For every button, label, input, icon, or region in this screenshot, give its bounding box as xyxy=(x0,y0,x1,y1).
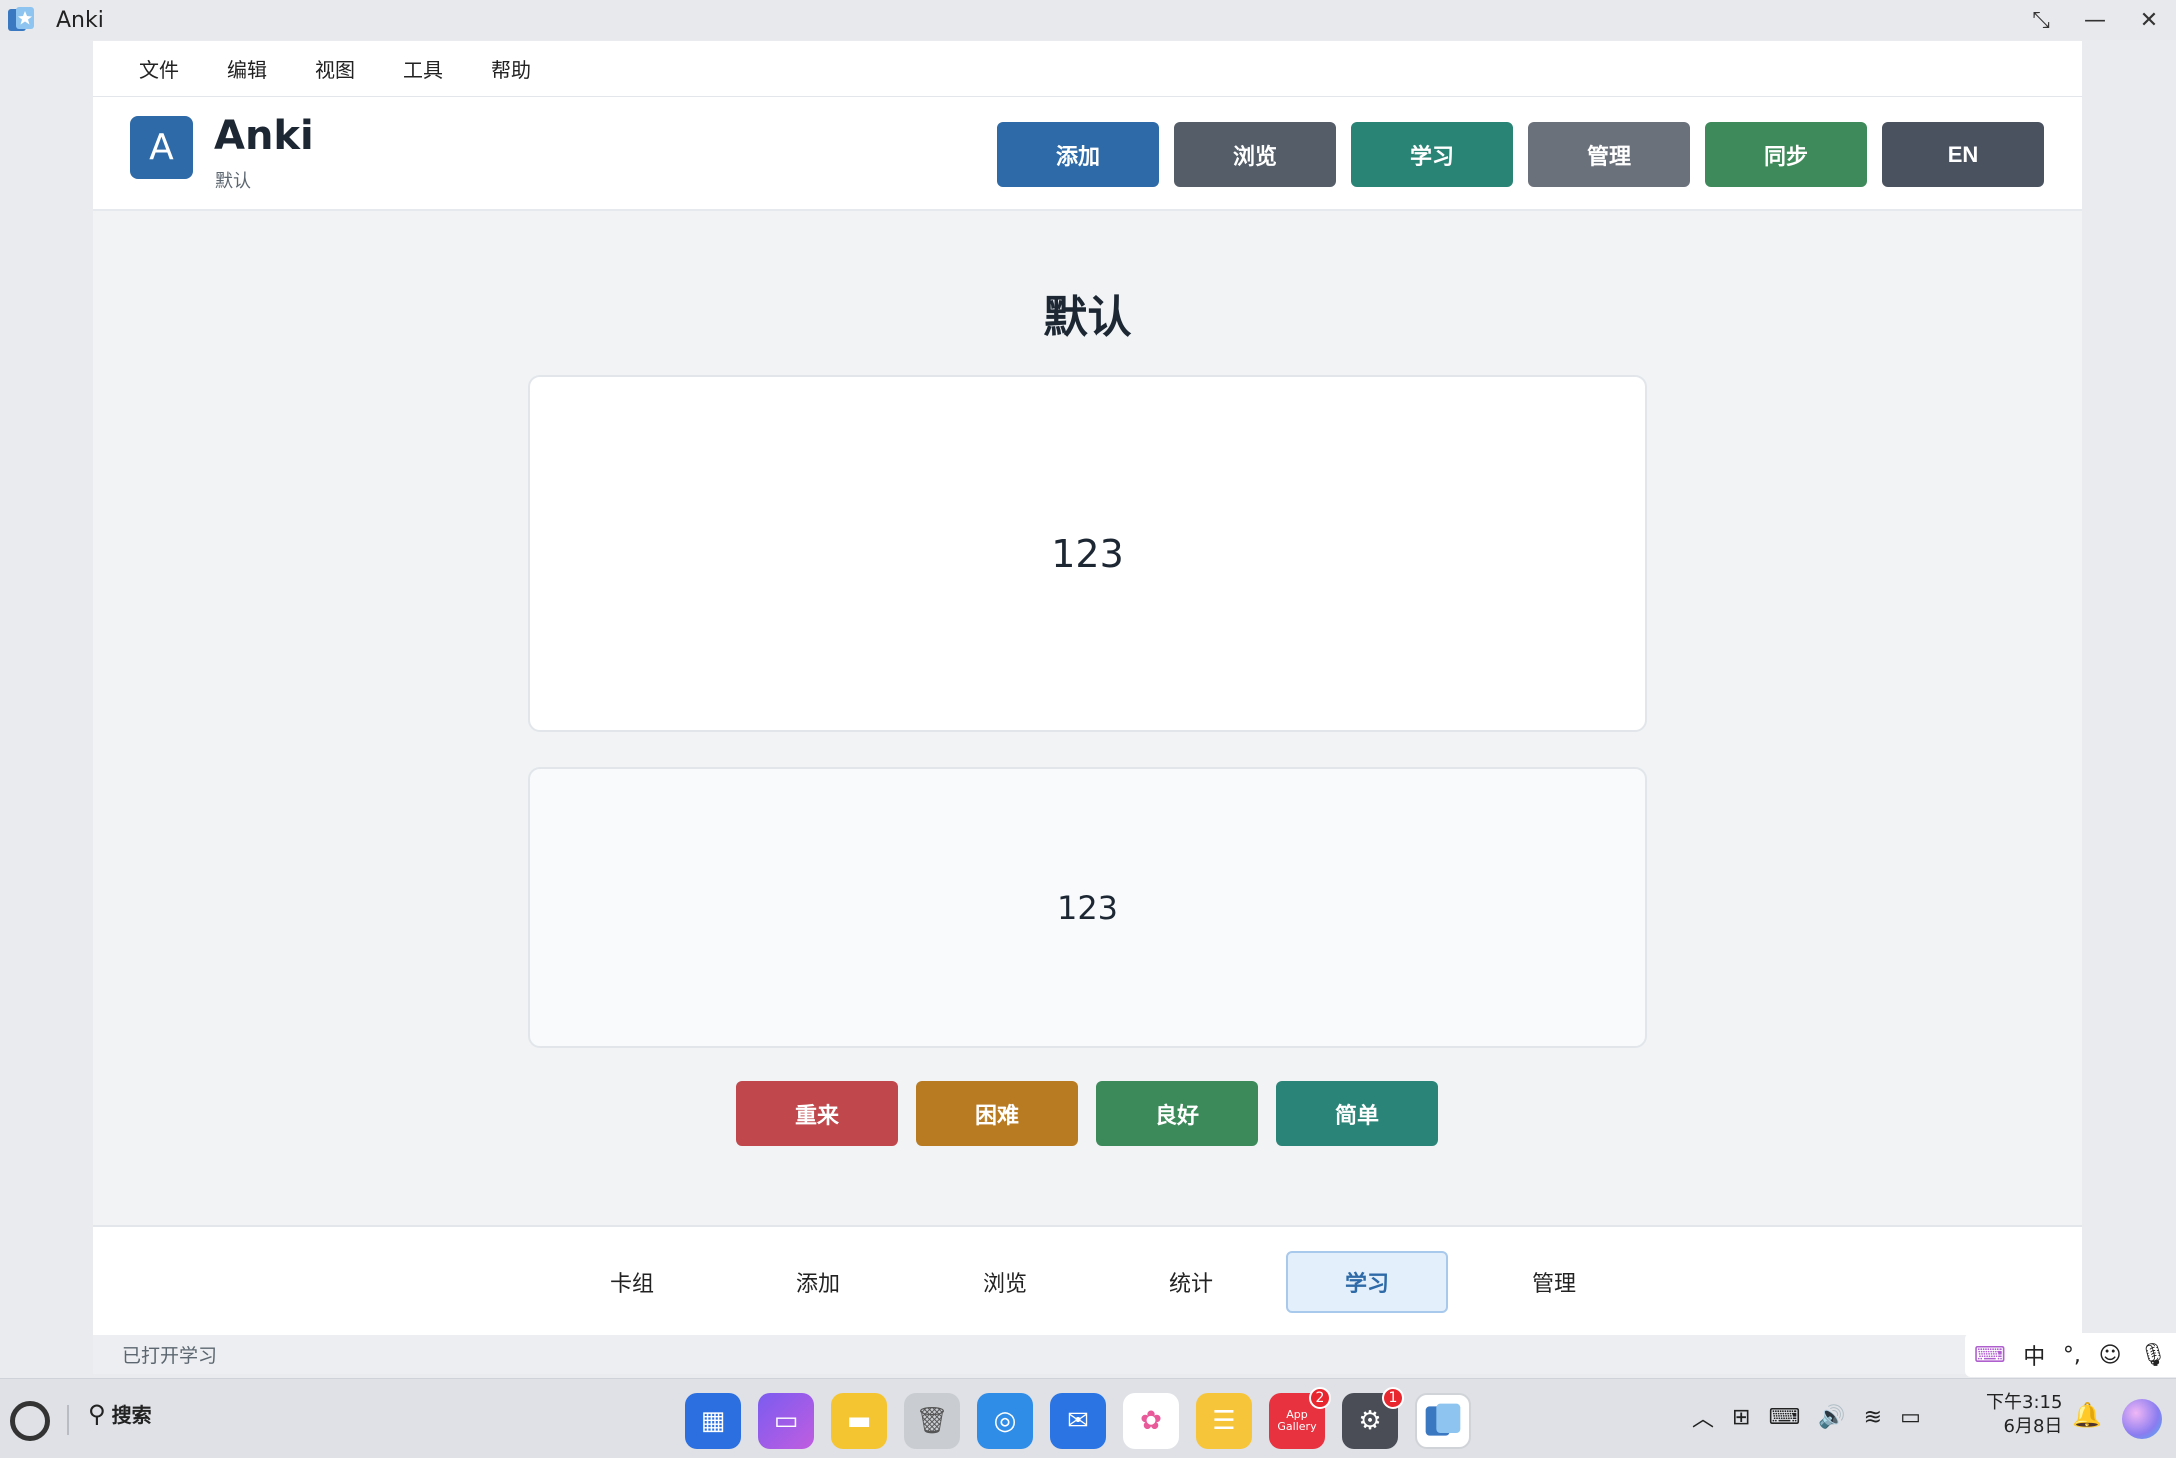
assistant-icon[interactable] xyxy=(2122,1399,2162,1439)
menu-bar: 文件 编辑 视图 工具 帮助 xyxy=(93,41,2082,97)
clock-date: 6月8日 xyxy=(2003,1416,2063,1437)
hard-button[interactable]: 困难 xyxy=(916,1081,1078,1146)
restore-icon[interactable]: ⤡ xyxy=(2014,0,2068,40)
battery-icon[interactable]: ▭ xyxy=(1900,1405,1921,1430)
notification-bell-icon[interactable]: 🔔 xyxy=(2072,1401,2102,1429)
settings-badge: 1 xyxy=(1382,1387,1404,1409)
tab-stats[interactable]: 统计 xyxy=(1110,1251,1272,1313)
microphone-icon[interactable]: 🎙 xyxy=(2139,1343,2167,1368)
anki-logo-icon xyxy=(1425,1403,1461,1436)
mail-icon[interactable]: ✉ xyxy=(1050,1393,1106,1449)
launcher-icon[interactable]: ▦ xyxy=(685,1393,741,1449)
status-bar: 已打开学习 xyxy=(93,1335,2082,1374)
ime-settings-icon[interactable]: ⌨ xyxy=(1974,1343,2006,1368)
card-front: 123 xyxy=(528,375,1647,732)
menu-edit[interactable]: 编辑 xyxy=(227,54,267,83)
header-nav: 添加 浏览 学习 管理 同步 EN xyxy=(982,122,2044,187)
wifi-icon[interactable]: ≋ xyxy=(1864,1405,1882,1430)
tab-study[interactable]: 学习 xyxy=(1286,1251,1448,1313)
taskbar-search[interactable]: ⚲ 搜索 xyxy=(88,1399,152,1428)
minimize-icon[interactable]: — xyxy=(2068,0,2122,40)
search-label: 搜索 xyxy=(111,1403,152,1427)
close-icon[interactable]: ✕ xyxy=(2122,0,2176,40)
app-header: A Anki 默认 添加 浏览 学习 管理 同步 EN xyxy=(93,97,2082,211)
sync-button[interactable]: 同步 xyxy=(1705,122,1867,187)
answer-buttons: 重来 困难 良好 简单 xyxy=(736,1081,1456,1146)
deck-title: 默认 xyxy=(1043,292,1132,343)
window-title: Anki xyxy=(56,7,104,33)
taskbar-divider xyxy=(67,1405,69,1435)
trash-icon[interactable]: 🗑 xyxy=(904,1393,960,1449)
bottom-tab-bar: 卡组 添加 浏览 统计 学习 管理 xyxy=(93,1225,2082,1335)
manage-button[interactable]: 管理 xyxy=(1528,122,1690,187)
chevron-up-icon[interactable]: ︿ xyxy=(1692,1401,1714,1433)
menu-view[interactable]: 视图 xyxy=(315,54,355,83)
ime-punctuation-toggle[interactable]: °, xyxy=(2063,1343,2081,1368)
language-button[interactable]: EN xyxy=(1882,122,2044,187)
input-method-icon[interactable]: ⊞ xyxy=(1732,1405,1750,1430)
status-text: 已打开学习 xyxy=(122,1345,218,1367)
title-bar: Anki ⤡ — ✕ xyxy=(0,0,2176,40)
ime-toolbar: ⌨ 中 °, ☺ 🎙 xyxy=(1965,1333,2176,1377)
app-gallery-icon[interactable]: App Gallery 2 xyxy=(1269,1387,1331,1449)
taskbar: ⚲ 搜索 ▦ ▭ ▬ 🗑 ◎ ✉ ✿ ☰ App Gallery 2 ⚙ 1 ︿… xyxy=(0,1378,2176,1458)
browse-button[interactable]: 浏览 xyxy=(1174,122,1336,187)
tab-decks[interactable]: 卡组 xyxy=(551,1251,713,1313)
photos-icon[interactable]: ✿ xyxy=(1123,1393,1179,1449)
add-button[interactable]: 添加 xyxy=(997,122,1159,187)
notes-icon[interactable]: ☰ xyxy=(1196,1393,1252,1449)
clock[interactable]: 下午3:15 6月8日 xyxy=(1986,1391,2062,1439)
app-dock: ▦ ▭ ▬ 🗑 ◎ ✉ ✿ ☰ App Gallery 2 ⚙ 1 xyxy=(685,1387,1488,1449)
system-tray: ︿ ⊞ ⌨ 🔊 ≋ ▭ xyxy=(1692,1401,1939,1433)
menu-tools[interactable]: 工具 xyxy=(403,54,443,83)
app-name: Anki xyxy=(214,113,314,159)
browser-icon[interactable]: ◎ xyxy=(977,1393,1033,1449)
clock-time: 下午3:15 xyxy=(1986,1392,2063,1413)
emoji-icon[interactable]: ☺ xyxy=(2099,1343,2122,1368)
menu-file[interactable]: 文件 xyxy=(139,54,179,83)
card-back: 123 xyxy=(528,767,1647,1048)
app-window: 文件 编辑 视图 工具 帮助 A Anki 默认 添加 浏览 学习 管理 同步 … xyxy=(93,41,2082,1374)
files-icon[interactable]: ▬ xyxy=(831,1393,887,1449)
again-button[interactable]: 重来 xyxy=(736,1081,898,1146)
tab-browse[interactable]: 浏览 xyxy=(924,1251,1086,1313)
anki-app-icon xyxy=(8,7,34,31)
app-gallery-text: App Gallery xyxy=(1277,1408,1317,1433)
tab-add[interactable]: 添加 xyxy=(737,1251,899,1313)
window-controls: ⤡ — ✕ xyxy=(2014,0,2176,40)
easy-button[interactable]: 简单 xyxy=(1276,1081,1438,1146)
tab-manage[interactable]: 管理 xyxy=(1473,1251,1635,1313)
anki-taskbar-icon[interactable] xyxy=(1415,1393,1471,1449)
ime-chinese-toggle[interactable]: 中 xyxy=(2023,1339,2045,1371)
settings-icon[interactable]: ⚙ 1 xyxy=(1342,1387,1404,1449)
study-button[interactable]: 学习 xyxy=(1351,122,1513,187)
volume-icon[interactable]: 🔊 xyxy=(1818,1405,1845,1430)
app-logo: A xyxy=(130,116,193,179)
start-button[interactable] xyxy=(10,1401,50,1441)
good-button[interactable]: 良好 xyxy=(1096,1081,1258,1146)
app-gallery-badge: 2 xyxy=(1309,1387,1331,1409)
current-deck-label: 默认 xyxy=(215,171,251,192)
search-icon: ⚲ xyxy=(88,1399,106,1428)
multitask-icon[interactable]: ▭ xyxy=(758,1393,814,1449)
menu-help[interactable]: 帮助 xyxy=(491,54,531,83)
keyboard-icon[interactable]: ⌨ xyxy=(1768,1405,1800,1430)
